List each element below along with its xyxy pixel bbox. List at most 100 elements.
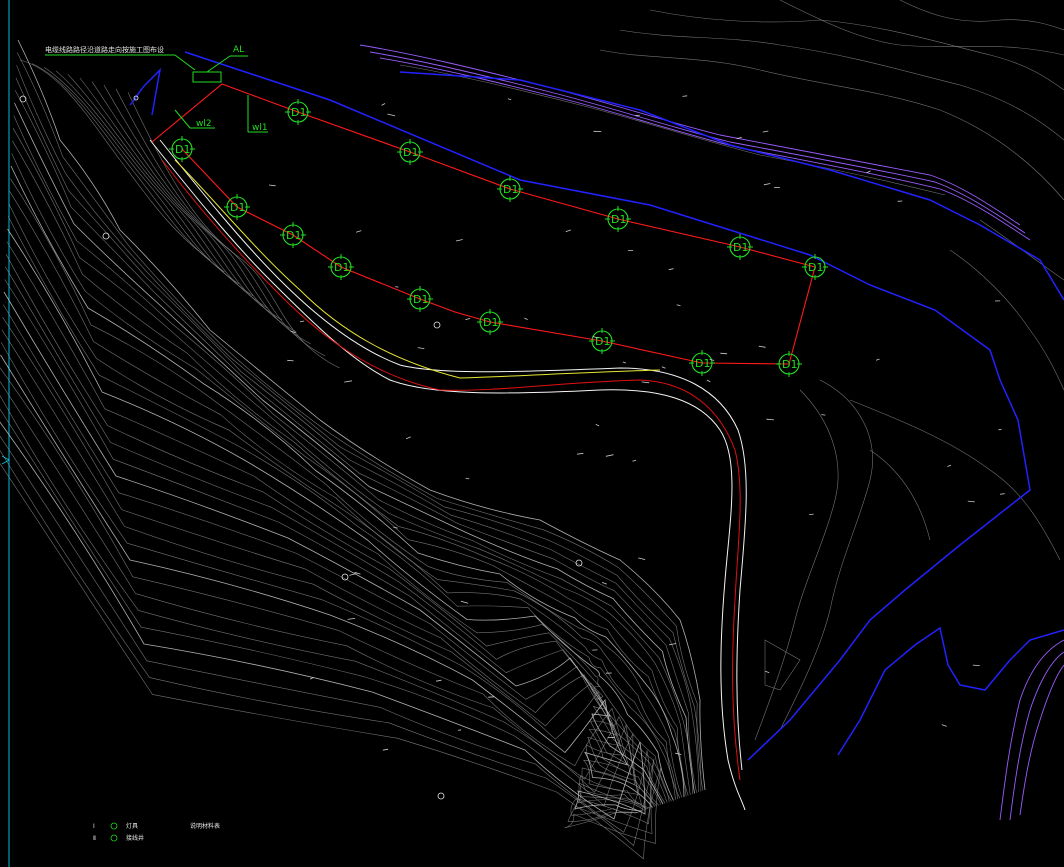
lamp-marker[interactable]: D1 <box>477 309 503 335</box>
lamp-marker-label: D1 <box>403 146 418 159</box>
legend-symbol-1: 灯具 <box>126 822 138 830</box>
contour-line <box>6 241 672 802</box>
lamp-marker-label: D1 <box>286 229 301 242</box>
spot-height-tick <box>417 347 425 349</box>
spot-height-tick <box>565 229 571 233</box>
lamp-marker-label: D1 <box>230 201 245 214</box>
spot-height-tick <box>720 352 728 355</box>
legend: Ⅰ 灯具 Ⅱ 接线井 说明材料表 <box>93 822 220 842</box>
spot-height-tick <box>668 268 674 271</box>
contour-line <box>31 63 225 273</box>
spot-height-tick <box>706 379 711 383</box>
lamp-marker-label: D1 <box>808 261 823 274</box>
spot-height-tick <box>972 664 980 666</box>
road-corridor <box>149 139 747 811</box>
spot-height-tick <box>947 464 952 467</box>
spot-height-tick <box>465 477 470 480</box>
legend-entry-1: Ⅰ <box>93 823 95 830</box>
contour-line <box>0 367 651 809</box>
spot-height-tick <box>601 582 607 585</box>
lamp-marker[interactable]: D1 <box>328 254 354 280</box>
spot-height-tick <box>764 670 770 673</box>
lamp-marker[interactable]: D1 <box>589 328 615 354</box>
contour-line <box>12 140 689 796</box>
spot-height-tick <box>436 679 442 682</box>
spot-height-tick <box>287 359 294 362</box>
lamp-marker-label: D1 <box>611 213 626 226</box>
spot-height-ticks <box>268 95 1005 755</box>
spot-height-tick <box>875 358 880 361</box>
spot-height-tick <box>382 748 389 751</box>
spot-height-tick <box>507 98 512 101</box>
spot-height-tick <box>465 318 471 321</box>
lamp-marker[interactable]: D1 <box>285 99 311 125</box>
lamp-marker[interactable]: D1 <box>605 206 631 232</box>
contour-line <box>17 52 704 791</box>
spot-height-tick <box>676 304 681 307</box>
spot-height-tick <box>344 380 353 383</box>
al-box <box>192 71 222 83</box>
contour-line <box>4 279 666 804</box>
contour-line <box>7 216 676 800</box>
spot-height-tick <box>347 618 356 620</box>
spot-height-tick <box>524 317 528 321</box>
legend-note: 说明材料表 <box>190 822 220 830</box>
spot-height-tick <box>355 230 362 233</box>
label-al: AL <box>233 45 244 55</box>
contour-line <box>1 329 657 807</box>
contour-line <box>3 291 664 805</box>
legend-entry-2: Ⅱ <box>93 835 96 842</box>
spot-height-tick <box>576 452 584 455</box>
contour-line <box>0 449 655 847</box>
lamp-marker-label: D1 <box>733 241 748 254</box>
lamp-marker-label: D1 <box>503 183 518 196</box>
spot-height-tick <box>595 423 600 427</box>
lamp-marker-label: D1 <box>595 335 610 348</box>
spot-height-tick <box>682 95 688 97</box>
contour-line <box>5 254 670 802</box>
lamp-marker-label: D1 <box>782 358 797 371</box>
contour-line <box>16 65 702 792</box>
spot-height-tick <box>941 724 947 727</box>
spot-height-tick <box>766 418 774 421</box>
lamp-marker[interactable]: D1 <box>280 222 306 248</box>
lamp-marker-label: D1 <box>291 106 306 119</box>
spot-height-tick <box>821 414 826 416</box>
lamp-marker[interactable]: D1 <box>776 351 802 377</box>
label-wl1: wl1 <box>252 123 268 133</box>
spot-height-tick <box>387 113 396 117</box>
contour-line <box>115 88 326 357</box>
lamp-marker-label: D1 <box>413 293 428 306</box>
lamp-marker-label: D1 <box>175 143 190 156</box>
lamp-marker[interactable]: D1 <box>407 286 433 312</box>
lamp-marker[interactable]: D1 <box>727 234 753 260</box>
spot-height-tick <box>349 573 357 576</box>
lamp-marker[interactable]: D1 <box>397 139 423 165</box>
spot-height-tick <box>457 729 462 731</box>
spot-height-tick <box>641 381 650 384</box>
title-note: 电缆线路路径沿道路走向按施工图布设 <box>45 45 164 54</box>
contour-line <box>9 191 681 799</box>
spot-height-tick <box>299 320 305 323</box>
lamp-markers: D1 D1 D1 D1 D1 D1 D1 D1 D1 D1 D1 D1 D1 D1 D1 <box>169 99 828 377</box>
spot-height-tick <box>668 643 677 646</box>
contour-line <box>3 304 662 805</box>
spot-height-tick <box>661 366 666 369</box>
lamp-marker[interactable]: D1 <box>689 350 715 376</box>
spot-height-tick <box>405 436 411 440</box>
spot-height-tick <box>268 184 276 187</box>
purple-line-bundle <box>359 44 1064 821</box>
spot-height-tick <box>622 361 627 364</box>
legend-symbol-2: 接线井 <box>126 834 144 842</box>
lamp-marker-label: D1 <box>483 316 498 329</box>
spot-height-tick <box>381 103 386 106</box>
spot-height-tick <box>310 677 314 680</box>
cad-drawing-canvas[interactable]: D1 D1 D1 D1 D1 D1 D1 D1 D1 D1 D1 D1 D1 D1 D1 电缆线路路径沿道路… <box>0 0 1064 867</box>
lamp-marker[interactable]: D1 <box>802 254 828 280</box>
lamp-marker-label: D1 <box>334 261 349 274</box>
spot-height-tick <box>632 459 637 462</box>
spot-height-tick <box>809 513 814 515</box>
spot-height-tick <box>866 170 871 174</box>
lamp-marker-label: D1 <box>695 357 710 370</box>
contour-lines-east <box>599 0 1064 741</box>
